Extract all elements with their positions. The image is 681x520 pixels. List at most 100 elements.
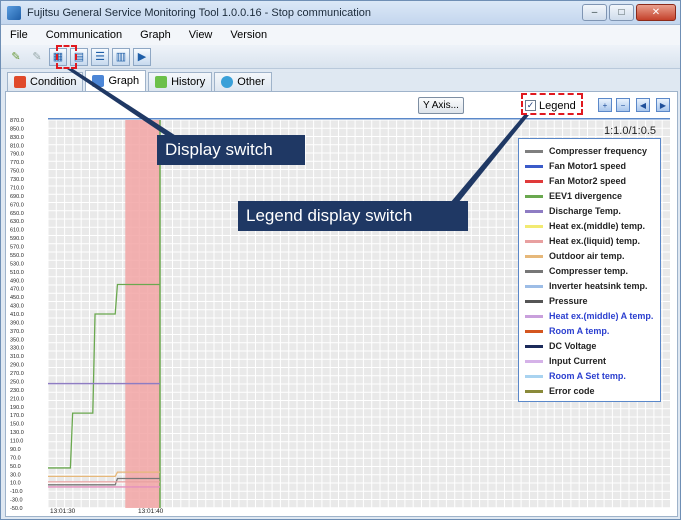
app-window: Fujitsu General Service Monitoring Tool …	[0, 0, 681, 520]
maximize-button[interactable]: □	[609, 4, 634, 21]
y-tick-label: 810.0	[10, 143, 24, 149]
y-tick-label: 630.0	[10, 219, 24, 225]
legend-label: Error code	[549, 386, 595, 396]
legend-item: Fan Motor2 speed	[525, 175, 626, 187]
export-icon[interactable]: ▥	[112, 47, 130, 66]
y-tick-label: -10.0	[10, 489, 23, 495]
other-icon	[221, 76, 234, 88]
y-tick-label: 410.0	[10, 312, 24, 318]
y-tick-label: 310.0	[10, 354, 24, 360]
x-tick-label: 13:01:40	[138, 508, 164, 515]
legend-swatch	[525, 359, 543, 363]
legend-swatch	[525, 284, 543, 288]
menu-graph[interactable]: Graph	[131, 29, 180, 41]
legend-label: Heat ex.(middle) A temp.	[549, 311, 654, 321]
y-tick-label: 50.0	[10, 464, 21, 470]
app-icon	[7, 5, 21, 20]
legend-label: Fan Motor1 speed	[549, 161, 627, 171]
y-tick-label: 350.0	[10, 337, 24, 343]
y-tick-label: -30.0	[10, 498, 23, 504]
legend-swatch	[525, 179, 543, 183]
legend-item: EEV1 divergence	[525, 190, 622, 202]
connect-icon[interactable]: ✎	[7, 48, 25, 66]
y-tick-label: 850.0	[10, 126, 24, 132]
legend-label: Heat ex.(middle) temp.	[549, 221, 646, 231]
y-tick-label: 530.0	[10, 261, 24, 267]
close-button[interactable]: ✕	[636, 4, 676, 21]
split-view-icon[interactable]: ☰	[91, 47, 109, 66]
tab-other[interactable]: Other	[214, 72, 272, 91]
legend-label: Room A Set temp.	[549, 371, 626, 381]
menu-view[interactable]: View	[180, 29, 222, 41]
y-tick-label: 470.0	[10, 287, 24, 293]
y-tick-label: 830.0	[10, 135, 24, 141]
minimize-button[interactable]: ‒	[582, 4, 607, 21]
y-tick-label: 710.0	[10, 185, 24, 191]
legend-label: Compresser frequency	[549, 146, 648, 156]
y-tick-label: 230.0	[10, 388, 24, 394]
history-icon	[155, 76, 168, 88]
y-tick-label: 270.0	[10, 371, 24, 377]
play-icon[interactable]: ▶	[133, 47, 151, 66]
legend-label: DC Voltage	[549, 341, 597, 351]
y-tick-label: 210.0	[10, 396, 24, 402]
y-tick-label: 590.0	[10, 236, 24, 242]
y-tick-label: 110.0	[10, 439, 23, 445]
y-tick-label: 130.0	[10, 430, 24, 436]
legend-item: Room A Set temp.	[525, 370, 626, 382]
legend-panel: Compresser frequency Fan Motor1 speed Fan …	[518, 138, 661, 402]
y-tick-label: 570.0	[10, 245, 24, 251]
legend-swatch	[525, 299, 543, 303]
y-tick-label: 170.0	[10, 413, 24, 419]
y-tick-label: 10.0	[10, 481, 21, 487]
tab-label: Other	[237, 76, 265, 88]
disconnect-icon[interactable]: ✎	[28, 48, 46, 66]
tab-history[interactable]: History	[148, 72, 213, 91]
y-tick-label: 870.0	[10, 118, 24, 124]
menu-bar: File Communication Graph View Version	[1, 25, 680, 45]
menu-version[interactable]: Version	[221, 29, 276, 41]
y-tick-label: 90.0	[10, 447, 21, 453]
y-tick-label: 510.0	[10, 270, 24, 276]
y-tick-label: 190.0	[10, 405, 24, 411]
menu-communication[interactable]: Communication	[37, 29, 131, 41]
legend-swatch	[525, 344, 543, 348]
legend-swatch	[525, 269, 543, 273]
y-tick-label: 450.0	[10, 295, 24, 301]
legend-swatch	[525, 314, 543, 318]
legend-label: Fan Motor2 speed	[549, 176, 627, 186]
title-bar[interactable]: Fujitsu General Service Monitoring Tool …	[1, 1, 680, 25]
tab-condition[interactable]: Condition	[7, 72, 84, 91]
y-tick-label: 70.0	[10, 455, 21, 461]
y-tick-label: 490.0	[10, 278, 24, 284]
legend-label: Input Current	[549, 356, 606, 366]
y-tick-label: 330.0	[10, 346, 24, 352]
legend-display-switch-callout: Legend display switch	[238, 201, 468, 231]
legend-item: Heat ex.(middle) A temp.	[525, 310, 653, 322]
legend-item: Compresser temp.	[525, 265, 628, 277]
legend-swatch	[525, 254, 543, 258]
tab-label: Graph	[108, 75, 140, 87]
y-tick-label: 550.0	[10, 253, 24, 259]
legend-item: Compresser frequency	[525, 145, 647, 157]
y-tick-label: 790.0	[10, 152, 24, 158]
tab-graph[interactable]: Graph	[85, 70, 147, 91]
condition-icon	[14, 76, 26, 88]
legend-swatch	[525, 224, 543, 228]
legend-label: Room A temp.	[549, 326, 610, 336]
y-tick-label: 650.0	[10, 211, 24, 217]
y-tick-label: 370.0	[10, 329, 24, 335]
legend-item: Inverter heatsink temp.	[525, 280, 648, 292]
y-tick-label: -50.0	[10, 506, 23, 512]
graph-panel: Y Axis... ✓ Legend + − ◀ ▶ 870.0 850.0 830…	[5, 91, 678, 517]
menu-file[interactable]: File	[1, 29, 37, 41]
legend-label: Inverter heatsink temp.	[549, 281, 648, 291]
display-switch-highlight	[56, 45, 77, 69]
y-tick-label: 750.0	[10, 169, 24, 175]
legend-swatch	[525, 164, 543, 168]
legend-label: Discharge Temp.	[549, 206, 621, 216]
legend-item: Fan Motor1 speed	[525, 160, 626, 172]
legend-label: Pressure	[549, 296, 588, 306]
x-tick-label: 13:01:30	[50, 508, 76, 515]
legend-item: Pressure	[525, 295, 588, 307]
